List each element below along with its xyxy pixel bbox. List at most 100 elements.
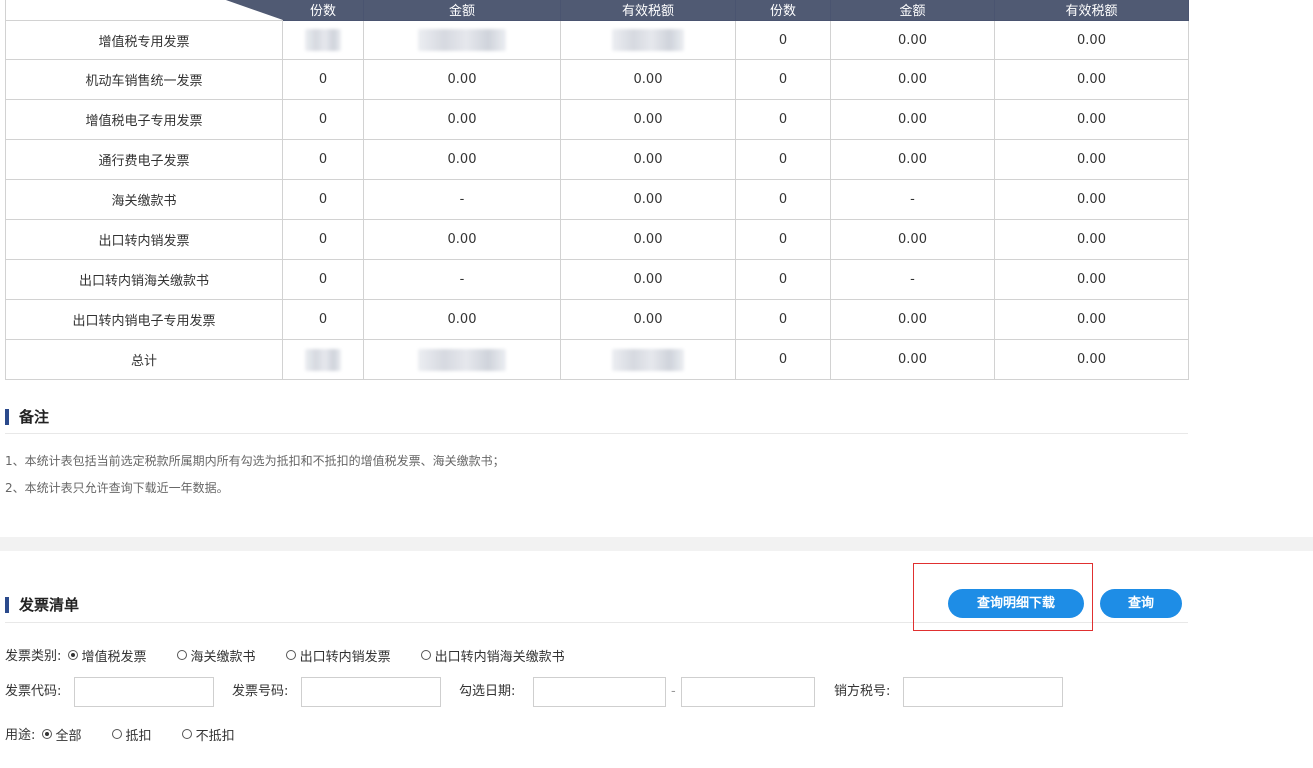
invoice-list-title: 发票清单: [5, 597, 79, 613]
usage-row: 用途: 全部 抵扣 不抵扣: [5, 724, 265, 744]
value-cell-c5: -: [830, 179, 995, 220]
value-cell-c3: 0.00: [560, 299, 736, 340]
table-row: 海关缴款书 0-0.00 0-0.00: [5, 179, 1189, 220]
invoice-type-cell: 增值税专用发票: [5, 20, 283, 60]
value-cell-c6: 0.00: [994, 59, 1189, 100]
query-button[interactable]: 查询: [1100, 589, 1182, 618]
invoice-type-option-1[interactable]: 海关缴款书: [176, 646, 256, 665]
table-row: 通行费电子发票 0 0.00 0.00 0 0.00 0.00: [5, 139, 1189, 180]
radio-icon[interactable]: [181, 729, 192, 739]
value-cell-c1: [282, 339, 364, 380]
value-cell-c3: 0.00: [560, 179, 736, 220]
invoice-code-input[interactable]: [74, 677, 214, 707]
invoice-type-cell: 增值税电子专用发票: [5, 99, 283, 140]
seller-tax-id-input[interactable]: [903, 677, 1063, 707]
value-cell-c2: [363, 20, 561, 60]
header-count-2: 份数: [735, 0, 831, 21]
value-cell-c6: 0.00: [994, 179, 1189, 220]
value-cell-c5: 0.00: [830, 339, 995, 380]
value-cell-c1: [282, 20, 364, 60]
seller-tax-id-label: 销方税号:: [834, 684, 891, 699]
value-cell-c2: 0.00: [363, 139, 561, 180]
value-cell-c2: 0.00: [363, 219, 561, 260]
value-cell-c3: [560, 20, 736, 60]
highlight-annotation-box: [913, 563, 1093, 631]
table-row: 出口转内销海关缴款书 0-0.00 0-0.00: [5, 259, 1189, 300]
usage-option-2[interactable]: 不抵扣: [181, 725, 235, 744]
radio-icon[interactable]: [176, 650, 187, 660]
invoice-type-option-3[interactable]: 出口转内销海关缴款书: [420, 646, 565, 665]
value-cell-c5: 0.00: [830, 139, 995, 180]
value-cell-c3: 0.00: [560, 259, 736, 300]
value-cell-c4: 0: [735, 219, 831, 260]
note-line-2: 2、本统计表只允许查询下载近一年数据。: [5, 481, 229, 495]
redacted-value: [305, 29, 341, 51]
value-cell-c4: 0: [735, 259, 831, 300]
header-amount-1: 金额: [363, 0, 561, 21]
value-cell-c6: 0.00: [994, 99, 1189, 140]
value-cell-c2: 0.00: [363, 59, 561, 100]
notes-divider: [5, 433, 1188, 434]
check-date-from-input[interactable]: [533, 677, 666, 707]
value-cell-c3: 0.00: [560, 219, 736, 260]
radio-icon[interactable]: [67, 650, 78, 660]
value-cell-c1: 0: [282, 139, 364, 180]
table-row: 出口转内销电子专用发票 0 0.00 0.00 0 0.00 0.00: [5, 299, 1189, 340]
invoice-type-cell: 出口转内销发票: [5, 219, 283, 260]
value-cell-c4: 0: [735, 59, 831, 100]
value-cell-c3: 0.00: [560, 139, 736, 180]
radio-icon[interactable]: [41, 729, 52, 739]
value-cell-c5: 0.00: [830, 20, 995, 60]
section-separator: [0, 537, 1313, 551]
redacted-value: [418, 348, 506, 371]
value-cell-c4: 0: [735, 139, 831, 180]
value-cell-c5: 0.00: [830, 219, 995, 260]
value-cell-c5: 0.00: [830, 299, 995, 340]
header-tax-1: 有效税额: [560, 0, 736, 21]
invoice-type-option-2[interactable]: 出口转内销发票: [285, 646, 391, 665]
value-cell-c3: [560, 339, 736, 380]
invoice-type-option-label: 海关缴款书: [190, 649, 256, 665]
invoice-type-cell: 机动车销售统一发票: [5, 59, 283, 100]
check-date-label: 勾选日期:: [459, 684, 516, 699]
usage-option-1[interactable]: 抵扣: [111, 725, 152, 744]
value-cell-c2: -: [363, 179, 561, 220]
invoice-type-cell: 通行费电子发票: [5, 139, 283, 180]
invoice-type-cell: 总计: [5, 339, 283, 380]
value-cell-c6: 0.00: [994, 339, 1189, 380]
value-cell-c4: 0: [735, 299, 831, 340]
date-range-separator: -: [671, 684, 676, 699]
notes-title: 备注: [5, 409, 49, 425]
radio-icon[interactable]: [111, 729, 122, 739]
value-cell-c4: 0: [735, 179, 831, 220]
value-cell-c6: 0.00: [994, 259, 1189, 300]
radio-icon[interactable]: [285, 650, 296, 660]
header-amount-2: 金额: [830, 0, 995, 21]
invoice-type-option-label: 出口转内销海关缴款书: [434, 649, 565, 665]
table-row: 出口转内销发票 0 0.00 0.00 0 0.00 0.00: [5, 219, 1189, 260]
invoice-number-input[interactable]: [301, 677, 441, 707]
value-cell-c4: 0: [735, 339, 831, 380]
value-cell-c1: 0: [282, 99, 364, 140]
value-cell-c1: 0: [282, 219, 364, 260]
table-row: 增值税电子专用发票 0 0.00 0.00 0 0.00 0.00: [5, 99, 1189, 140]
usage-option-label: 抵扣: [125, 728, 152, 744]
value-cell-c4: 0: [735, 99, 831, 140]
note-line-1: 1、本统计表包括当前选定税款所属期内所有勾选为抵扣和不抵扣的增值税发票、海关缴款…: [5, 454, 505, 468]
value-cell-c6: 0.00: [994, 299, 1189, 340]
radio-icon[interactable]: [420, 650, 431, 660]
header-tax-2: 有效税额: [994, 0, 1189, 21]
redacted-value: [418, 29, 506, 51]
value-cell-c6: 0.00: [994, 20, 1189, 60]
value-cell-c1: 0: [282, 259, 364, 300]
invoice-type-option-0[interactable]: 增值税发票: [67, 646, 147, 665]
invoice-type-option-label: 出口转内销发票: [299, 649, 391, 665]
value-cell-c2: -: [363, 259, 561, 300]
usage-option-0[interactable]: 全部: [41, 725, 82, 744]
value-cell-c3: 0.00: [560, 99, 736, 140]
redacted-value: [612, 29, 684, 51]
check-date-to-input[interactable]: [681, 677, 815, 707]
table-row: 增值税专用发票 0 0.00 0.00: [5, 20, 1189, 60]
invoice-number-label: 发票号码:: [232, 684, 289, 699]
value-cell-c1: 0: [282, 179, 364, 220]
